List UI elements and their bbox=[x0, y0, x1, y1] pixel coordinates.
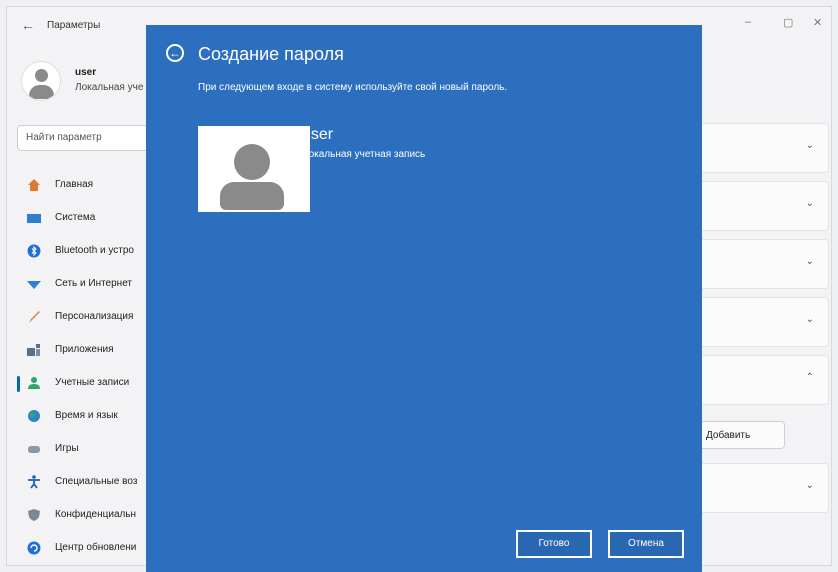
update-icon bbox=[27, 541, 41, 555]
sidebar-item-network[interactable]: Сеть и Интернет bbox=[7, 268, 167, 301]
back-arrow-icon[interactable]: ← bbox=[166, 44, 184, 62]
sidebar-item-personalization[interactable]: Персонализация bbox=[7, 301, 167, 334]
sidebar-item-apps[interactable]: Приложения bbox=[7, 334, 167, 367]
sidebar-item-label: Игры bbox=[55, 443, 79, 454]
close-icon[interactable]: ✕ bbox=[813, 16, 822, 29]
create-password-dialog: ← Создание пароля При следующем входе в … bbox=[146, 25, 702, 572]
accounts-icon bbox=[28, 377, 40, 389]
chevron-down-icon: ⌄ bbox=[805, 480, 814, 491]
app-title: Параметры bbox=[47, 20, 101, 31]
network-icon bbox=[27, 281, 41, 289]
account-type: Локальная учетная запись bbox=[302, 149, 426, 160]
user-account-type: Локальная уче bbox=[75, 82, 144, 93]
sidebar-item-accessibility[interactable]: Специальные воз bbox=[7, 466, 167, 499]
cancel-button[interactable]: Отмена bbox=[608, 530, 684, 558]
settings-row[interactable]: ⌄ bbox=[687, 239, 829, 289]
settings-row[interactable]: ⌄ bbox=[687, 297, 829, 347]
sidebar-item-label: Персонализация bbox=[55, 311, 134, 322]
sidebar-item-label: Bluetooth и устро bbox=[55, 245, 134, 256]
sidebar-item-label: Конфиденциальн bbox=[55, 509, 137, 520]
settings-row[interactable]: ⌄ bbox=[687, 463, 829, 513]
chevron-down-icon: ⌄ bbox=[805, 256, 814, 267]
settings-row[interactable]: ⌄ bbox=[687, 181, 829, 231]
sidebar-item-home[interactable]: Главная bbox=[7, 169, 167, 202]
sidebar-item-bluetooth[interactable]: Bluetooth и устро bbox=[7, 235, 167, 268]
bluetooth-icon bbox=[27, 244, 41, 258]
sidebar-item-label: Главная bbox=[55, 179, 94, 190]
sidebar-item-label: Специальные воз bbox=[55, 476, 138, 487]
brush-icon bbox=[29, 311, 40, 323]
sidebar-item-privacy[interactable]: Конфиденциальн bbox=[7, 499, 167, 532]
system-icon bbox=[27, 214, 41, 223]
sidebar-item-label: Система bbox=[55, 212, 96, 223]
globe-icon bbox=[28, 410, 40, 422]
dialog-title: Создание пароля bbox=[198, 44, 344, 64]
apps-icon bbox=[27, 344, 40, 356]
chevron-up-icon: ⌃ bbox=[805, 372, 814, 383]
back-icon[interactable]: ← bbox=[21, 17, 35, 33]
sidebar-item-time-language[interactable]: Время и язык bbox=[7, 400, 167, 433]
sidebar-item-label: Учетные записи bbox=[55, 377, 130, 388]
sidebar-item-label: Центр обновлени bbox=[55, 542, 137, 553]
accessibility-icon bbox=[28, 475, 40, 489]
sidebar-item-label: Приложения bbox=[55, 344, 114, 355]
chevron-down-icon: ⌄ bbox=[805, 198, 814, 209]
maximize-icon[interactable]: ▢ bbox=[783, 16, 793, 29]
chevron-down-icon: ⌄ bbox=[805, 140, 814, 151]
dialog-subtitle: При следующем входе в систему используйт… bbox=[198, 82, 508, 93]
sidebar-item-system[interactable]: Система bbox=[7, 202, 167, 235]
sidebar-item-gaming[interactable]: Игры bbox=[7, 433, 167, 466]
done-button[interactable]: Готово bbox=[516, 530, 592, 558]
sidebar-nav: Главная Система Bluetooth и устро Сеть и… bbox=[7, 169, 167, 565]
account-avatar bbox=[198, 126, 310, 212]
sidebar-item-windows-update[interactable]: Центр обновлени bbox=[7, 532, 167, 565]
settings-row-expanded[interactable]: ⌃ bbox=[687, 355, 829, 405]
user-name: user bbox=[75, 67, 97, 78]
chevron-down-icon: ⌄ bbox=[805, 314, 814, 325]
minimize-icon[interactable]: – bbox=[745, 16, 751, 28]
avatar bbox=[21, 61, 61, 101]
home-icon bbox=[28, 179, 40, 191]
gamepad-icon bbox=[28, 446, 40, 453]
sidebar-item-accounts[interactable]: Учетные записи bbox=[7, 367, 167, 400]
shield-icon bbox=[28, 509, 40, 521]
settings-row[interactable]: ⌄ bbox=[687, 123, 829, 173]
account-name: user bbox=[302, 126, 334, 143]
sidebar-item-label: Время и язык bbox=[55, 410, 118, 421]
active-indicator bbox=[17, 376, 20, 392]
sidebar-item-label: Сеть и Интернет bbox=[55, 278, 133, 289]
